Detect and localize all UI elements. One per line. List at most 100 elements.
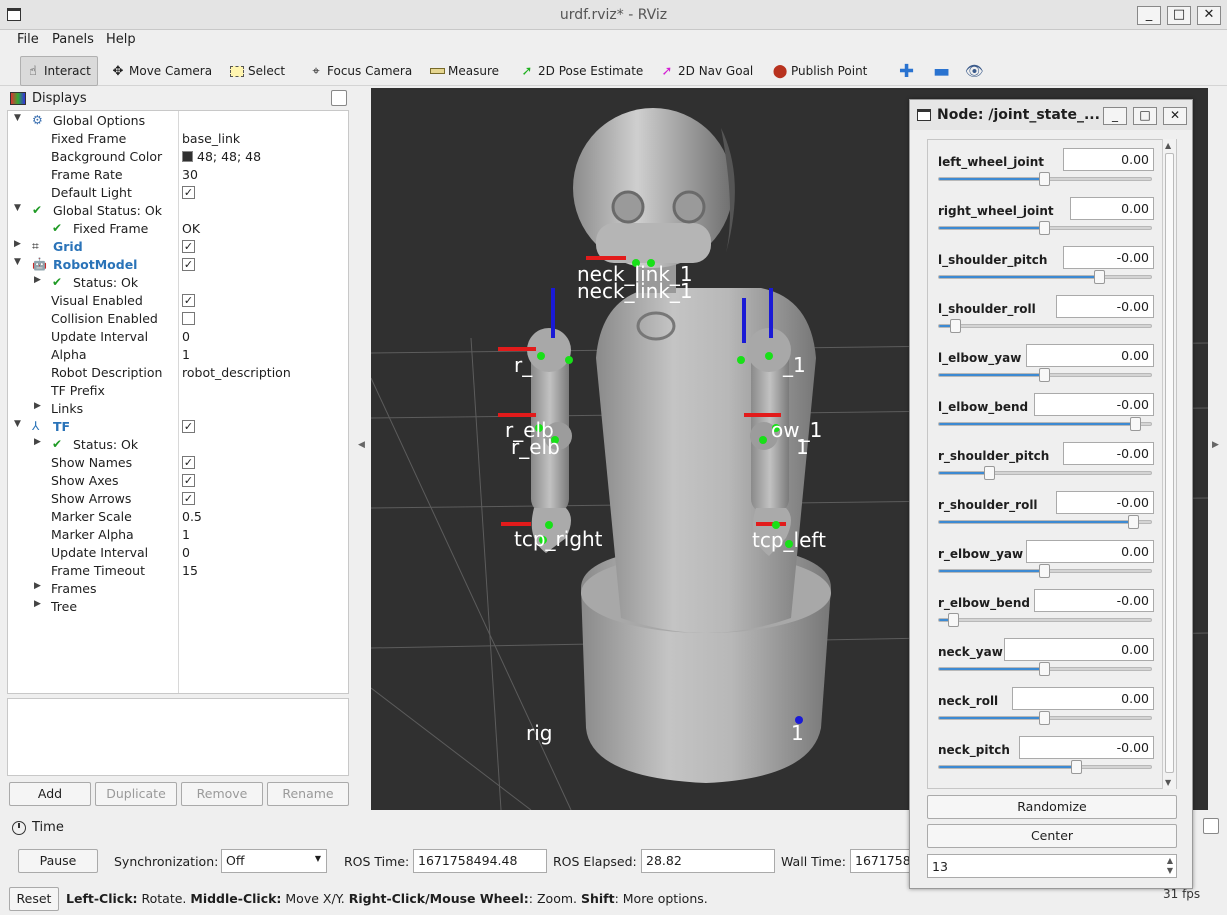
checkbox-checked[interactable]: ✓	[182, 258, 195, 271]
menu-panels[interactable]: Panels	[52, 32, 94, 47]
tree-row-marker-alpha[interactable]: Marker Alpha 1	[8, 526, 348, 544]
row-value[interactable]: base_link	[182, 131, 240, 146]
tree-row-robot-description[interactable]: Robot Description robot_description	[8, 364, 348, 382]
checkbox-checked[interactable]: ✓	[182, 456, 195, 469]
joint-slider-handle[interactable]	[1039, 662, 1050, 676]
joint-close-button[interactable]: ✕	[1163, 107, 1187, 125]
close-button[interactable]: ✕	[1197, 6, 1221, 25]
tree-row-global-status[interactable]: ▼ ✔ Global Status: Ok	[8, 202, 348, 220]
joint-slider-handle[interactable]	[1039, 172, 1050, 186]
tree-row-fixed-frame-status[interactable]: ✔ Fixed Frame OK	[8, 220, 348, 238]
row-value[interactable]: 0.5	[182, 509, 202, 524]
joint-count-spinbox[interactable]: 13 ▲ ▼	[927, 854, 1177, 878]
joint-list-scrollbar[interactable]: ▲ ▼	[1162, 139, 1176, 789]
tree-row-robotmodel[interactable]: ▼ 🤖 RobotModel ✓	[8, 256, 348, 274]
joint-slider-handle[interactable]	[1039, 711, 1050, 725]
joint-slider[interactable]	[938, 613, 1152, 627]
minimize-button[interactable]: _	[1137, 6, 1161, 25]
tree-row-grid[interactable]: ▶ ⌗ Grid ✓	[8, 238, 348, 256]
joint-slider-handle[interactable]	[1070, 760, 1082, 774]
joint-slider-handle[interactable]	[949, 319, 961, 333]
time-undock-button[interactable]	[1203, 818, 1219, 834]
row-value[interactable]: robot_description	[182, 365, 291, 380]
joint-slider-handle[interactable]	[1039, 368, 1050, 382]
joint-slider[interactable]	[938, 221, 1152, 235]
checkbox-checked[interactable]: ✓	[182, 294, 195, 307]
tree-row-background-color[interactable]: Background Color 48; 48; 48	[8, 148, 348, 166]
joint-slider[interactable]	[938, 319, 1152, 333]
joint-maximize-button[interactable]: □	[1133, 107, 1157, 125]
menu-help[interactable]: Help	[106, 32, 136, 47]
joint-slider[interactable]	[938, 760, 1152, 774]
expand-arrow-icon[interactable]: ▶	[34, 275, 41, 285]
tool-2d-pose-estimate[interactable]: ➚ 2D Pose Estimate	[519, 56, 644, 86]
ros-elapsed-field[interactable]: 28.82	[641, 849, 775, 873]
expand-arrow-icon[interactable]: ▶	[14, 239, 21, 249]
eye-icon[interactable]: 👁	[965, 56, 984, 86]
collapse-arrow-icon[interactable]: ▼	[14, 113, 21, 123]
tool-publish-point[interactable]: ⬤ Publish Point	[772, 56, 868, 86]
ros-time-field[interactable]: 1671758494.48	[413, 849, 547, 873]
row-value[interactable]: 1	[182, 527, 190, 542]
joint-value-field[interactable]: -0.00	[1034, 589, 1154, 612]
remove-button[interactable]: Remove	[181, 782, 263, 806]
spin-arrows-icon[interactable]: ▲ ▼	[1167, 856, 1173, 876]
expand-arrow-icon[interactable]: ▶	[34, 437, 41, 447]
joint-slider[interactable]	[938, 711, 1152, 725]
checkbox-checked[interactable]: ✓	[182, 474, 195, 487]
tree-row-update-interval[interactable]: Update Interval 0	[8, 328, 348, 346]
scroll-thumb[interactable]	[1165, 153, 1174, 773]
add-button[interactable]: Add	[9, 782, 91, 806]
joint-slider[interactable]	[938, 172, 1152, 186]
row-value[interactable]: 15	[182, 563, 198, 578]
plus-icon[interactable]: ✚	[899, 56, 914, 86]
row-value[interactable]: 0	[182, 545, 190, 560]
tool-2d-nav-goal[interactable]: ➚ 2D Nav Goal	[659, 56, 754, 86]
checkbox-checked[interactable]: ✓	[182, 240, 195, 253]
row-value[interactable]: 30	[182, 167, 198, 182]
joint-slider[interactable]	[938, 417, 1152, 431]
joint-slider-handle[interactable]	[1039, 564, 1050, 578]
joint-value-field[interactable]: -0.00	[1056, 491, 1154, 514]
joint-value-field[interactable]: 0.00	[1026, 540, 1154, 563]
joint-value-field[interactable]: -0.00	[1063, 246, 1154, 269]
joint-value-field[interactable]: -0.00	[1034, 393, 1154, 416]
tree-row-tf-update-interval[interactable]: Update Interval 0	[8, 544, 348, 562]
tool-select[interactable]: Select	[229, 56, 285, 86]
tree-row-tf-prefix[interactable]: TF Prefix	[8, 382, 348, 400]
joint-slider[interactable]	[938, 466, 1152, 480]
tree-row-links[interactable]: ▶ Links	[8, 400, 348, 418]
scroll-up-icon[interactable]: ▲	[1165, 141, 1171, 150]
checkbox-checked[interactable]: ✓	[182, 420, 195, 433]
joint-slider-handle[interactable]	[1094, 270, 1106, 284]
reset-button[interactable]: Reset	[9, 887, 59, 911]
joint-slider[interactable]	[938, 270, 1152, 284]
expand-arrow-icon[interactable]: ▶	[34, 599, 41, 609]
checkbox-checked[interactable]: ✓	[182, 186, 195, 199]
tree-row-marker-scale[interactable]: Marker Scale 0.5	[8, 508, 348, 526]
joint-value-field[interactable]: 0.00	[1004, 638, 1154, 661]
tool-measure[interactable]: Measure	[429, 56, 499, 86]
joint-minimize-button[interactable]: _	[1103, 107, 1127, 125]
checkbox-checked[interactable]: ✓	[182, 492, 195, 505]
joint-value-field[interactable]: -0.00	[1056, 295, 1154, 318]
joint-slider-handle[interactable]	[983, 466, 995, 480]
joint-value-field[interactable]: 0.00	[1026, 344, 1154, 367]
expand-arrow-icon[interactable]: ▶	[34, 401, 41, 411]
tree-row-show-axes[interactable]: Show Axes ✓	[8, 472, 348, 490]
tree-row-fixed-frame[interactable]: Fixed Frame base_link	[8, 130, 348, 148]
checkbox-unchecked[interactable]	[182, 312, 195, 325]
pause-button[interactable]: Pause	[18, 849, 98, 873]
row-value[interactable]: 0	[182, 329, 190, 344]
rename-button[interactable]: Rename	[267, 782, 349, 806]
collapse-left-icon[interactable]: ◀	[358, 440, 365, 450]
joint-slider-handle[interactable]	[1128, 515, 1140, 529]
randomize-button[interactable]: Randomize	[927, 795, 1177, 819]
joint-value-field[interactable]: -0.00	[1063, 442, 1154, 465]
center-button[interactable]: Center	[927, 824, 1177, 848]
tree-row-global-options[interactable]: ▼ ⚙ Global Options	[8, 112, 348, 130]
tool-move-camera[interactable]: ✥ Move Camera	[110, 56, 213, 86]
collapse-arrow-icon[interactable]: ▼	[14, 419, 21, 429]
tool-interact[interactable]: ☝ Interact	[20, 56, 98, 86]
tree-row-show-arrows[interactable]: Show Arrows ✓	[8, 490, 348, 508]
